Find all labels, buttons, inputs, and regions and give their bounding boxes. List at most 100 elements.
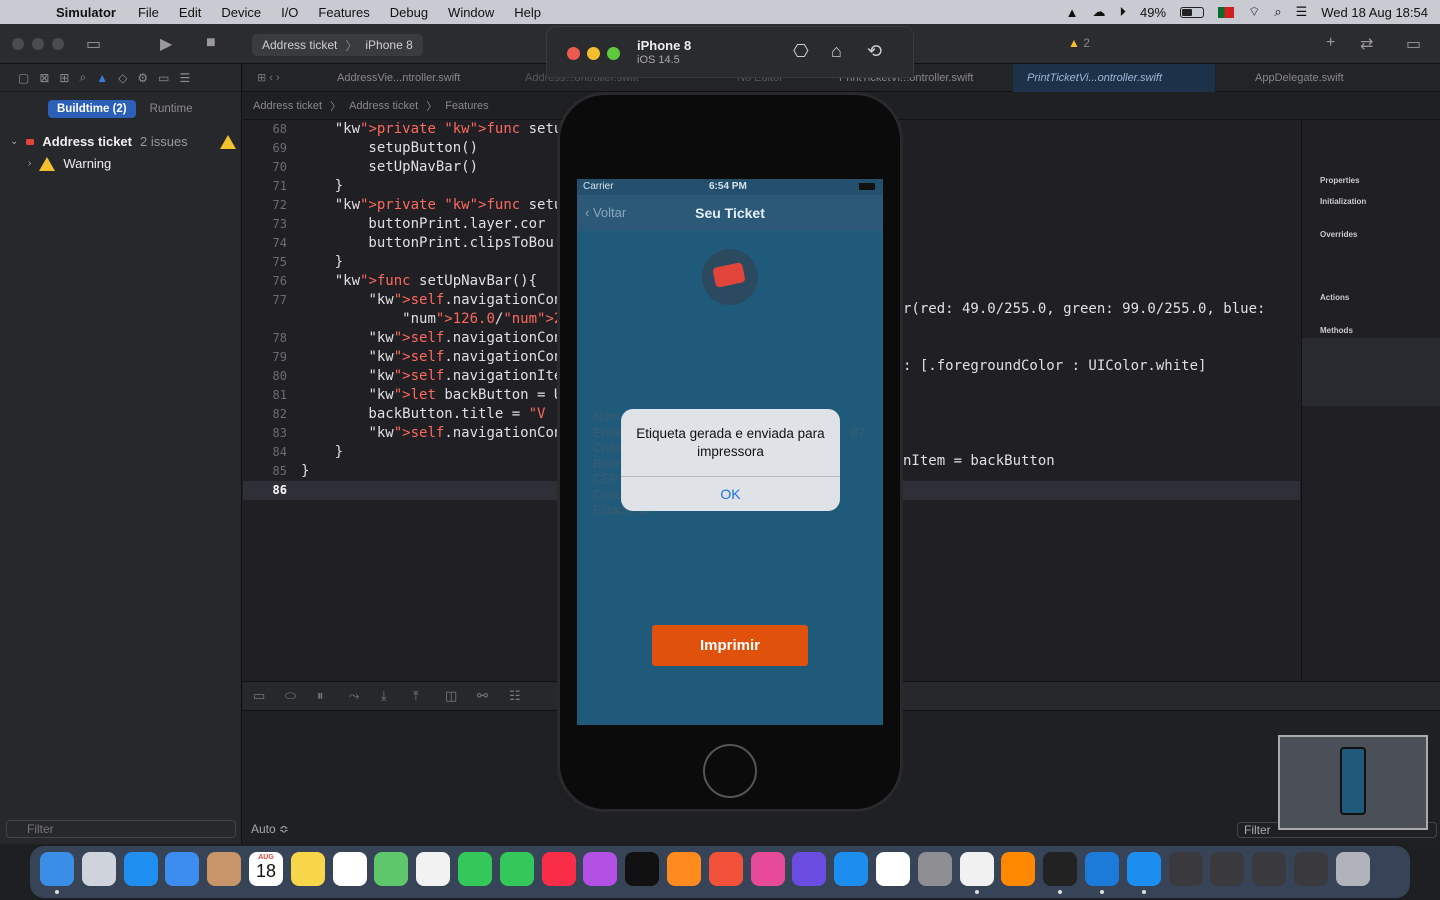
breakpoint-icon[interactable]: ▭ [158,71,169,85]
minimap-section-properties[interactable]: Properties [1320,176,1360,185]
buildtime-tab[interactable]: Buildtime (2) [48,100,136,118]
rotate-icon[interactable]: ⟲ [867,41,882,62]
notes-icon[interactable] [290,852,325,886]
menu-window[interactable]: Window [438,5,504,20]
books-icon[interactable] [667,852,701,886]
menu-file[interactable]: File [128,5,169,20]
minimap-section-overrides[interactable]: Overrides [1320,230,1357,239]
tab-address-view-controller[interactable]: AddressVie...ntroller.swift [323,64,460,92]
menu-app-name[interactable]: Simulator [56,5,128,20]
warning-row[interactable]: › Warning [28,156,111,171]
system-preferences-icon[interactable] [917,852,952,886]
messages-icon[interactable] [458,852,492,886]
inspector-toggle-icon[interactable]: ▭ [1406,34,1421,54]
app-store-icon[interactable] [834,852,869,886]
menu-io[interactable]: I/O [271,5,308,20]
window-zoom-button[interactable] [52,38,64,50]
test-icon[interactable]: ◇ [118,71,127,85]
disclosure-open-icon[interactable]: ⌄ [10,136,18,147]
print-button[interactable]: Imprimir [652,625,808,666]
slack-icon[interactable] [876,852,910,886]
vlc-status-icon[interactable]: ▲ [1066,5,1079,20]
window-thumb-icon[interactable] [1294,852,1328,886]
screenshot-icon[interactable]: ⎔ [793,41,809,62]
keynote-icon[interactable] [750,852,785,886]
runtime-tab[interactable]: Runtime [150,100,193,118]
window-minimize-button[interactable] [32,38,44,50]
xcode-icon[interactable] [1085,852,1119,886]
pause-icon[interactable]: ⏸ [317,688,324,704]
trash-icon[interactable] [1335,852,1370,886]
cloud-status-icon[interactable]: ☁ [1093,4,1106,20]
auto-variables-select[interactable]: Auto ≎ [251,822,289,836]
debug-icon[interactable]: ⚙ [137,71,148,85]
project-issue-row[interactable]: ⌄ Address ticket 2 issues [10,134,236,149]
step-out-icon[interactable]: ⤒ [413,688,419,704]
view-hierarchy-icon[interactable]: ◫ [445,688,457,704]
launchpad-icon[interactable] [81,852,116,886]
hide-debug-area-icon[interactable]: ▭ [253,688,265,704]
step-over-icon[interactable]: ⤳ [349,688,359,704]
control-center-icon[interactable]: ☰ [1296,4,1308,20]
podcasts-icon[interactable] [583,852,618,886]
stop-icon[interactable]: ■ [206,34,216,52]
menu-features[interactable]: Features [308,5,379,20]
menu-device[interactable]: Device [211,5,271,20]
add-icon[interactable]: + [1326,34,1335,52]
spotlight-search-icon[interactable]: ⌕ [1274,4,1281,20]
tab-nav-arrows[interactable]: ⊞ ‹ › [243,64,313,92]
mail-icon[interactable] [165,852,200,886]
menubar-clock[interactable]: Wed 18 Aug 18:54 [1321,5,1428,20]
home-button[interactable] [703,744,757,798]
sim-zoom-button[interactable] [607,47,620,60]
minimap-section-actions[interactable]: Actions [1320,293,1349,302]
scheme-selector[interactable]: Address ticket 〉 iPhone 8 [252,34,423,56]
calendar-icon[interactable]: AUG 18 [249,852,283,886]
find-icon[interactable]: ⌕ [79,70,86,85]
minimap-section-initialization[interactable]: Initialization [1320,197,1366,206]
tab-app-delegate[interactable]: AppDelegate.swift [1241,64,1344,92]
flag-icon[interactable] [1218,6,1235,18]
reminders-icon[interactable] [332,852,367,886]
sim-close-button[interactable] [567,47,580,60]
warning-count-badge[interactable]: ▲ 2 [1068,36,1090,50]
memory-graph-icon[interactable]: ⚯ [477,688,488,704]
sidebar-toggle-icon[interactable]: ▭ [86,34,101,54]
contacts-icon[interactable] [207,852,242,886]
issue-icon[interactable]: ▲ [96,71,108,85]
menu-edit[interactable]: Edit [169,5,211,20]
home-icon[interactable]: ⌂ [831,41,842,62]
tv-icon[interactable] [625,852,660,886]
play-status-icon[interactable]: ⏵ [1120,4,1127,20]
code-review-icon[interactable]: ⇄ [1360,34,1373,54]
photos-icon[interactable] [416,852,451,886]
breadcrumb-group[interactable]: Address ticket [349,100,418,112]
minimap-section-methods[interactable]: Methods [1320,326,1353,335]
window-thumb-icon[interactable] [1168,852,1203,886]
report-icon[interactable]: ☰ [179,71,190,85]
run-icon[interactable]: ▶ [160,34,172,54]
swift-playgrounds-icon[interactable] [708,852,743,886]
menu-help[interactable]: Help [504,5,551,20]
wifi-icon[interactable]: ⌔ [1248,4,1260,20]
window-thumb-icon[interactable] [1210,852,1245,886]
window-close-button[interactable] [12,38,24,50]
step-in-icon[interactable]: ⤓ [381,688,387,704]
source-control-icon[interactable]: ⊠ [39,71,49,85]
chrome-icon[interactable] [959,852,994,886]
symbol-icon[interactable]: ⊞ [59,71,69,85]
music-icon[interactable] [541,852,576,886]
shortcuts-icon[interactable] [792,852,827,886]
breakpoints-toggle-icon[interactable]: ⬭ [285,688,296,704]
breadcrumb-features[interactable]: Features [445,100,488,112]
tab-print-ticket-active[interactable]: PrintTicketVi...ontroller.swift [1013,64,1215,92]
maps-icon[interactable] [374,852,409,886]
navigator-filter-input[interactable]: Filter [6,820,236,838]
menu-debug[interactable]: Debug [380,5,438,20]
vlc-icon[interactable] [1001,852,1036,886]
environment-overrides-icon[interactable]: ☷ [509,688,521,704]
minimap[interactable]: Properties Initialization Overrides Acti… [1301,120,1440,680]
minimap-viewport[interactable] [1302,338,1440,406]
finder-icon[interactable] [40,852,74,886]
facetime-icon[interactable] [499,852,534,886]
